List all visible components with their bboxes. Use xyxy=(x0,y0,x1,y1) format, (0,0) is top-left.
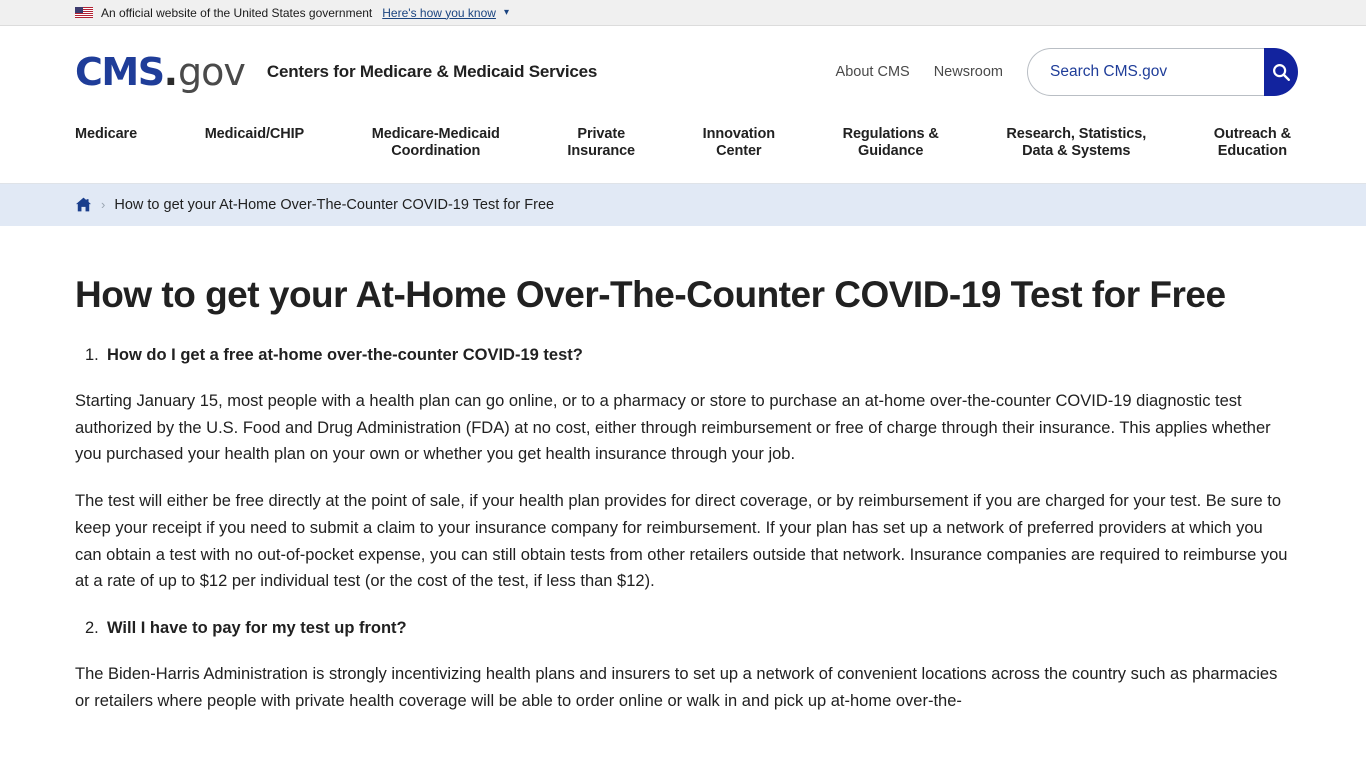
heres-how-you-know-link[interactable]: Here's how you know xyxy=(382,6,496,20)
faq-number-2: 2. xyxy=(85,618,99,637)
masthead: CMS . gov Centers for Medicare & Medicai… xyxy=(0,26,1366,118)
main-navigation: Medicare Medicaid/CHIP Medicare-Medicaid… xyxy=(0,118,1366,184)
nav-item-research-statistics-data-systems[interactable]: Research, Statistics, Data & Systems xyxy=(1006,126,1146,161)
faq-question-text-1: How do I get a free at-home over-the-cou… xyxy=(107,346,583,365)
newsroom-link[interactable]: Newsroom xyxy=(934,64,1003,80)
nav-item-regulations-guidance[interactable]: Regulations & Guidance xyxy=(843,126,939,161)
logo-gov-text: gov xyxy=(178,50,246,94)
faq-1-paragraph-1: Starting January 15, most people with a … xyxy=(75,391,1271,464)
nav-item-private-insurance[interactable]: Private Insurance xyxy=(567,126,635,161)
faq-question-text-2: Will I have to pay for my test up front? xyxy=(107,618,407,637)
faq-question-2: 2. Will I have to pay for my test up fro… xyxy=(75,617,1291,641)
us-flag-icon xyxy=(75,7,93,18)
faq-1-paragraph-2: The test will either be free directly at… xyxy=(75,492,1288,591)
chevron-down-icon[interactable]: ▾ xyxy=(504,7,509,18)
faq-question-1: 1. How do I get a free at-home over-the-… xyxy=(75,344,1291,368)
breadcrumb: › How to get your At-Home Over-The-Count… xyxy=(0,183,1366,226)
about-cms-link[interactable]: About CMS xyxy=(836,64,910,80)
nav-item-innovation-center[interactable]: Innovation Center xyxy=(703,126,775,161)
cms-logo[interactable]: CMS . gov xyxy=(75,50,246,94)
main-content: How to get your At-Home Over-The-Counter… xyxy=(0,272,1366,715)
faq-list-2: 2. Will I have to pay for my test up fro… xyxy=(75,617,1291,641)
logo-dot: . xyxy=(163,50,179,94)
faq-list: 1. How do I get a free at-home over-the-… xyxy=(75,344,1291,368)
masthead-utility-area: About CMS Newsroom xyxy=(836,48,1298,96)
site-search xyxy=(1027,48,1298,96)
agency-name: Centers for Medicare & Medicaid Services xyxy=(266,62,598,81)
faq-number-1: 1. xyxy=(85,346,99,365)
nav-item-medicare[interactable]: Medicare xyxy=(75,126,137,143)
search-icon xyxy=(1273,64,1290,81)
logo-cms-text: CMS xyxy=(75,50,165,94)
gov-banner-text: An official website of the United States… xyxy=(101,5,373,20)
gov-banner: An official website of the United States… xyxy=(0,0,1366,26)
breadcrumb-current-page: How to get your At-Home Over-The-Counter… xyxy=(114,196,555,213)
nav-item-medicaid-chip[interactable]: Medicaid/CHIP xyxy=(205,126,305,143)
page-title: How to get your At-Home Over-The-Counter… xyxy=(75,273,1226,315)
search-button[interactable] xyxy=(1264,48,1298,96)
faq-2-paragraph-1: The Biden-Harris Administration is stron… xyxy=(75,664,1278,710)
home-icon[interactable] xyxy=(75,197,92,212)
nav-item-medicare-medicaid-coordination[interactable]: Medicare-Medicaid Coordination xyxy=(372,126,500,161)
nav-item-outreach-education[interactable]: Outreach & Education xyxy=(1214,126,1291,161)
breadcrumb-separator: › xyxy=(101,197,106,213)
search-input[interactable] xyxy=(1027,48,1264,96)
